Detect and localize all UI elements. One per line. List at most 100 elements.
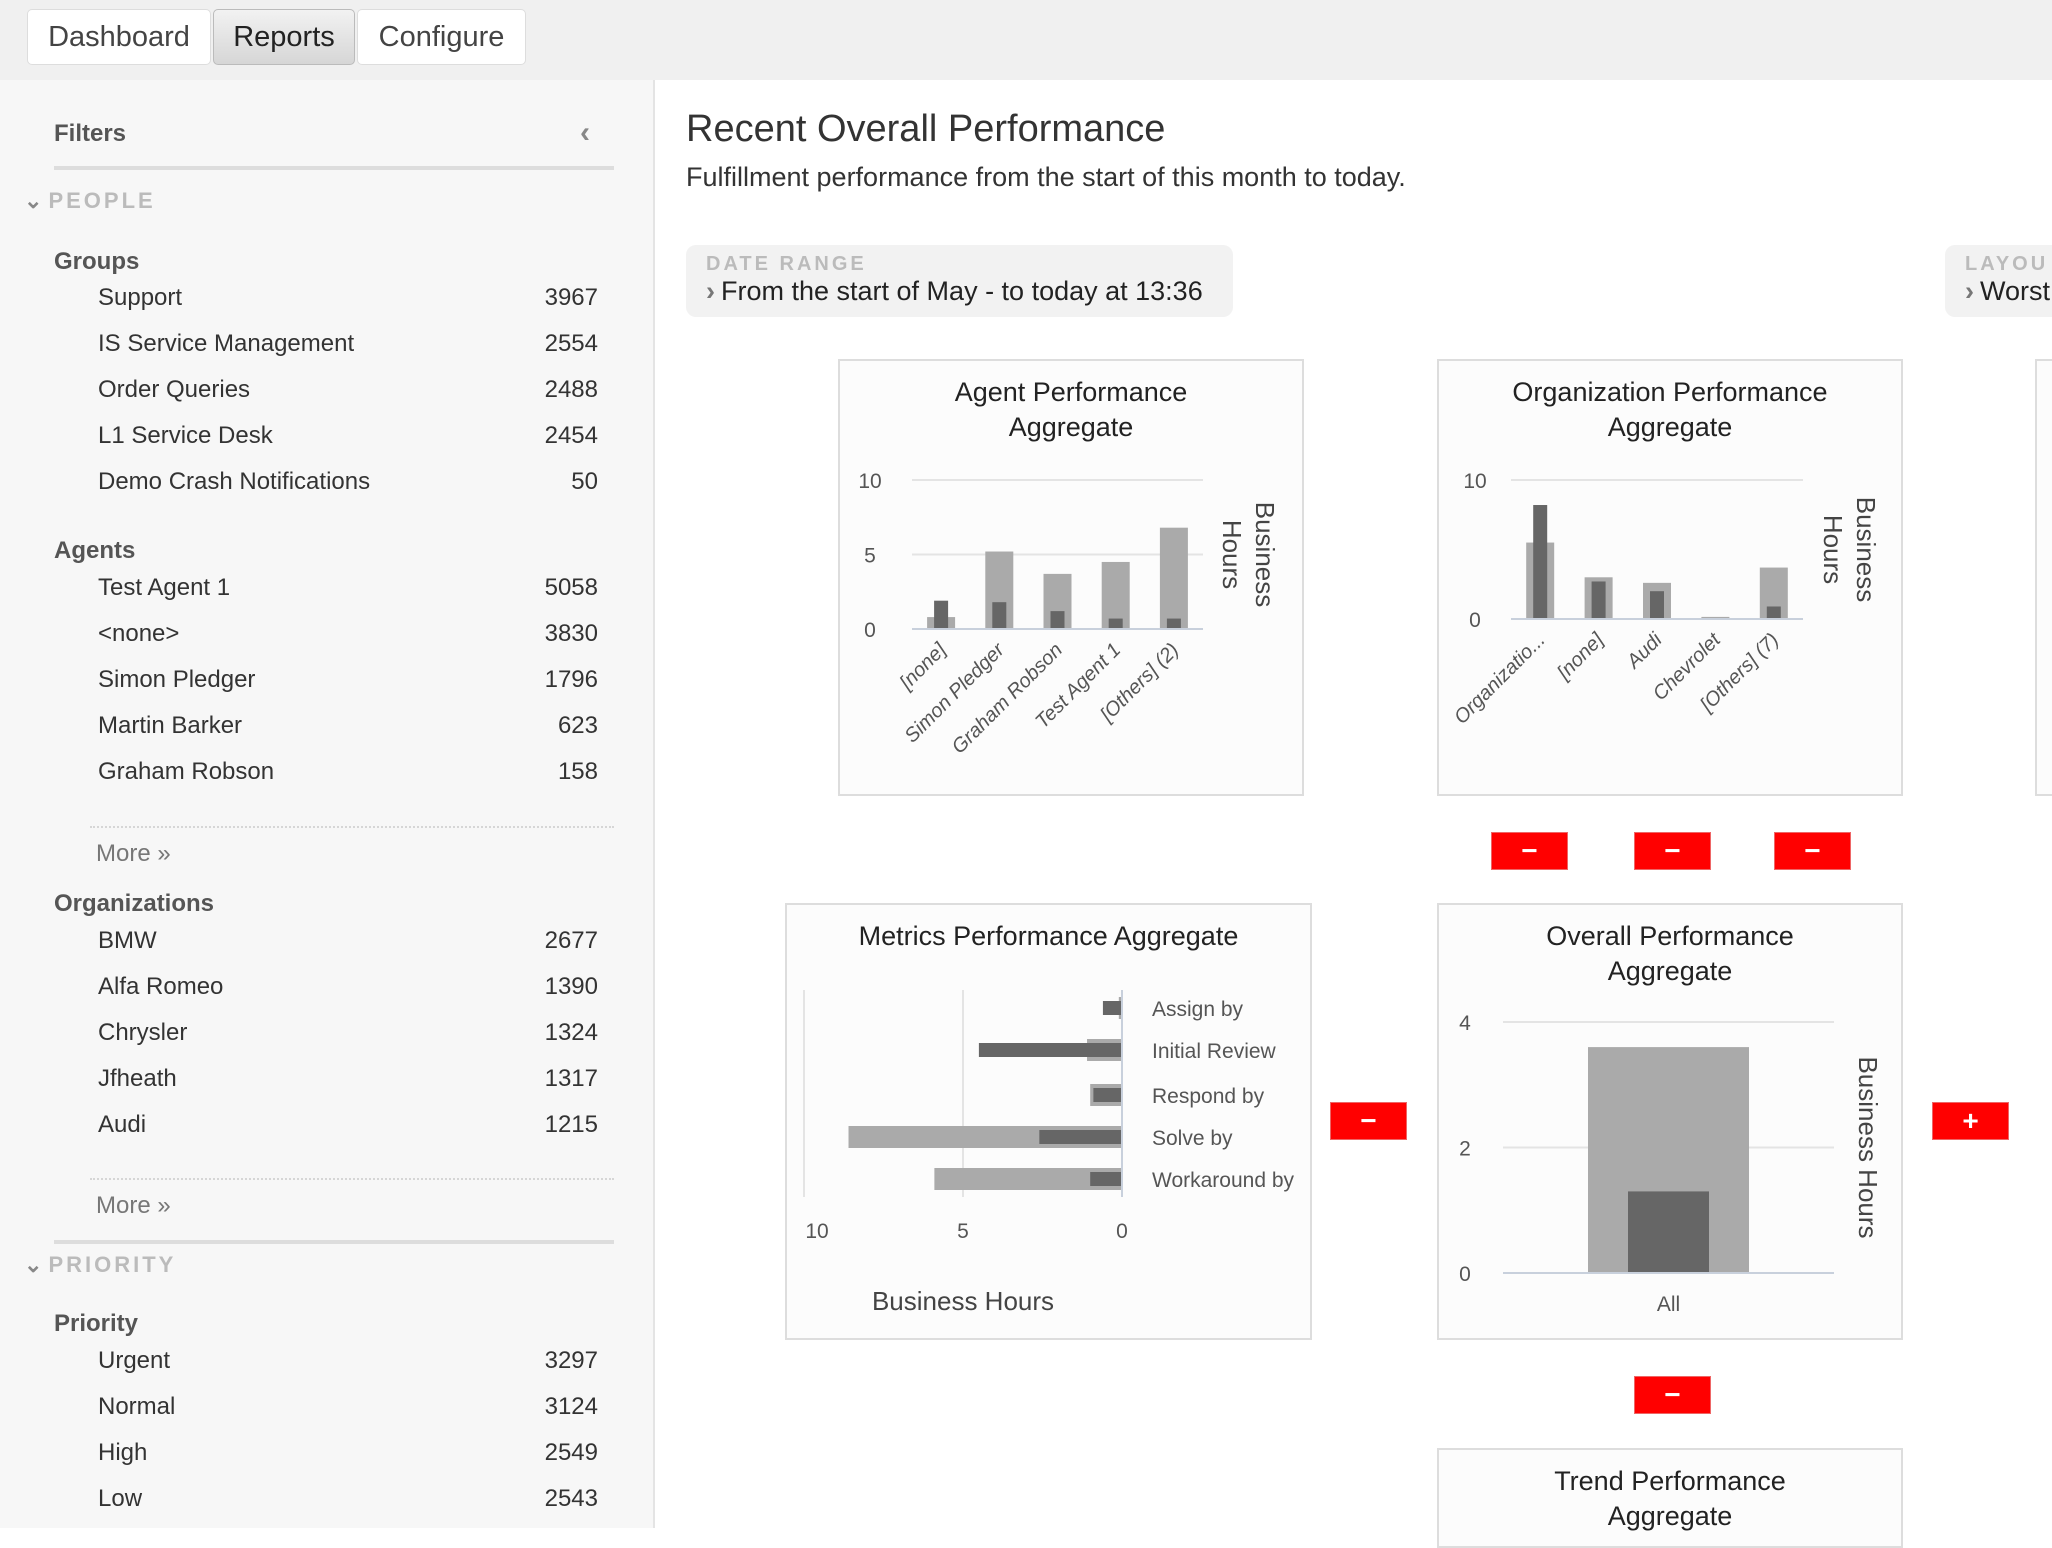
filter-label: Chrysler	[98, 1019, 188, 1046]
organizations-heading: Organizations	[54, 890, 215, 917]
filter-item[interactable]: Support 3967	[98, 275, 598, 321]
remove-button[interactable]: −	[1774, 832, 1851, 870]
filter-count: 2677	[544, 927, 598, 954]
filter-label: Graham Robson	[98, 758, 275, 785]
filter-item[interactable]: Jfheath 1317	[98, 1056, 598, 1102]
filter-item[interactable]: IS Service Management 2554	[98, 321, 598, 367]
remove-button[interactable]: −	[1491, 832, 1568, 870]
bar-dark	[934, 600, 949, 629]
bar-dark	[1628, 1191, 1709, 1273]
filter-count: 3124	[544, 1393, 598, 1420]
filter-count: 2554	[544, 330, 598, 357]
filter-item[interactable]: Order Queries 2488	[98, 367, 598, 413]
filter-label: Audi	[98, 1111, 147, 1138]
filter-count: 2549	[544, 1439, 598, 1466]
agents-heading: Agents	[54, 537, 136, 564]
filter-count: 1317	[544, 1065, 598, 1092]
x-axis-label: Business Hours	[872, 1286, 1054, 1316]
bar-dark	[1533, 505, 1548, 619]
y-axis-label: Business	[1851, 497, 1881, 603]
filter-item[interactable]: <none> 3830	[98, 611, 598, 657]
filter-item[interactable]: Audi 1215	[98, 1102, 598, 1148]
filter-count: 1796	[544, 666, 598, 693]
y-tick-label: 2	[1459, 1138, 1471, 1161]
y-tick-label: Assign by	[1152, 998, 1244, 1021]
groups-heading: Groups	[54, 248, 140, 275]
filter-count: 5058	[544, 574, 598, 601]
filter-label: Support	[98, 284, 183, 311]
filter-item[interactable]: Normal 3124	[98, 1384, 598, 1430]
filter-label: Simon Pledger	[98, 666, 256, 693]
page-title: Recent Overall Performance	[686, 108, 1166, 150]
date-range-selector[interactable]: DATE RANGE › From the start of May - to t…	[686, 245, 1233, 317]
metrics-performance-chart: Assign by Initial Review Respond by Solve b…	[785, 903, 1312, 1340]
bar-dark	[1090, 1172, 1122, 1186]
filter-item[interactable]: Chrysler 1324	[98, 1010, 598, 1056]
filter-label: IS Service Management	[98, 330, 355, 357]
bar-dark	[1039, 1130, 1122, 1144]
filter-label: Alfa Romeo	[98, 973, 224, 1000]
y-axis-label: Hours	[1217, 520, 1247, 589]
layout-selector[interactable]: LAYOU › Worst	[1945, 245, 2052, 317]
bar-dark	[1766, 606, 1781, 619]
filter-item[interactable]: Urgent 3297	[98, 1338, 598, 1384]
bar-dark	[1108, 618, 1123, 629]
tab-configure[interactable]: Configure	[357, 9, 526, 65]
overall-performance-chart: 0 2 4 All Business Hours Overall Performance…	[1437, 903, 1903, 1340]
y-tick-label: Solve by	[1152, 1127, 1233, 1150]
bar-dark	[1093, 1088, 1122, 1102]
page-subtitle: Fulfillment performance from the start o…	[686, 162, 1406, 192]
filter-count: 3967	[544, 284, 598, 311]
x-tick-label: Organizatio...	[1450, 629, 1550, 729]
filter-label: L1 Service Desk	[98, 422, 273, 449]
section-priority-toggle[interactable]: ⌄ PRIORITY	[24, 1252, 176, 1278]
filter-item[interactable]: Graham Robson 158	[98, 749, 598, 795]
chevron-left-icon[interactable]: ‹	[580, 116, 590, 150]
priority-heading: Priority	[54, 1310, 139, 1337]
filter-label: Normal	[98, 1393, 176, 1420]
x-tick-label: All	[1657, 1293, 1680, 1316]
filters-title: Filters	[54, 120, 127, 147]
filter-label: <none>	[98, 620, 180, 647]
y-axis-label: Hours	[1818, 515, 1848, 584]
filter-label: Order Queries	[98, 376, 251, 403]
filter-item[interactable]: Martin Barker 623	[98, 703, 598, 749]
filter-label: Jfheath	[98, 1065, 177, 1092]
filter-item[interactable]: Test Agent 1 5058	[98, 565, 598, 611]
chart-title: Overall Performance Aggregate	[1546, 921, 1794, 986]
section-people-toggle[interactable]: ⌄ PEOPLE	[24, 188, 156, 214]
y-tick-label: 10	[1463, 470, 1486, 493]
filter-item[interactable]: Low 2543	[98, 1476, 598, 1522]
bar-dark	[1650, 591, 1664, 619]
filter-count: 50	[571, 468, 598, 495]
y-tick-label: 0	[864, 619, 876, 642]
agents-more-link[interactable]: More »	[96, 840, 171, 868]
filter-item[interactable]: L1 Service Desk 2454	[98, 413, 598, 459]
filter-label: Martin Barker	[98, 712, 243, 739]
y-tick-label: 4	[1459, 1012, 1471, 1035]
bar-dark	[1102, 1001, 1122, 1015]
divider	[54, 166, 614, 170]
x-tick-label: 10	[805, 1220, 828, 1243]
remove-button[interactable]: −	[1634, 1376, 1711, 1414]
trend-performance-chart: Trend Performance Aggregate	[1437, 1448, 1903, 1548]
tab-reports[interactable]: Reports	[213, 9, 355, 65]
add-button[interactable]: +	[1932, 1102, 2009, 1140]
y-tick-label: Workaround by	[1152, 1169, 1295, 1192]
filter-item[interactable]: Simon Pledger 1796	[98, 657, 598, 703]
remove-button[interactable]: −	[1634, 832, 1711, 870]
tab-dashboard[interactable]: Dashboard	[27, 9, 211, 65]
filter-item[interactable]: BMW 2677	[98, 918, 598, 964]
organizations-more-link[interactable]: More »	[96, 1192, 171, 1220]
y-tick-label: 0	[1459, 1263, 1471, 1286]
remove-button[interactable]: −	[1330, 1102, 1407, 1140]
filter-count: 3297	[544, 1347, 598, 1374]
y-tick-label: 5	[864, 545, 876, 568]
top-nav: Dashboard Reports Configure	[0, 0, 2052, 80]
filter-item[interactable]: High 2549	[98, 1430, 598, 1476]
filter-label: Urgent	[98, 1347, 171, 1374]
y-axis-label: Business Hours	[1853, 1056, 1883, 1238]
filter-item[interactable]: Demo Crash Notifications 50	[98, 459, 598, 505]
chart-title: Trend Performance Aggregate	[1554, 1466, 1786, 1531]
filter-item[interactable]: Alfa Romeo 1390	[98, 964, 598, 1010]
